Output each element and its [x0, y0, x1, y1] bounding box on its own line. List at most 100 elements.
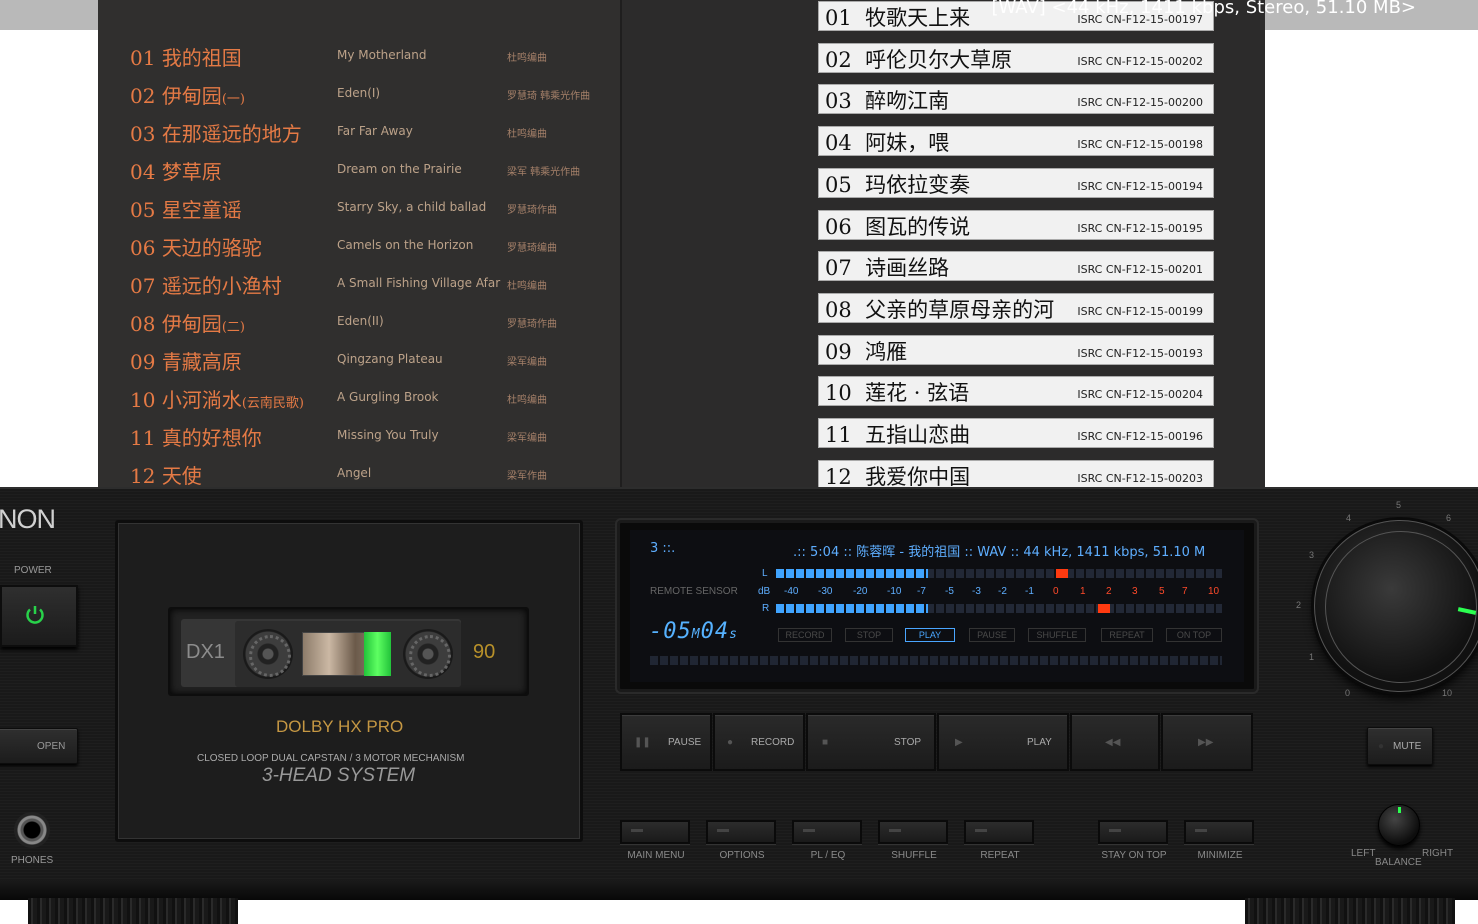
scrolling-title: 3 ::. .:: 5:04 :: 陈蓉晖 - 我的祖国 :: WAV :: 4… [650, 541, 1222, 559]
track-en-title: My Motherland [337, 48, 427, 62]
booklet-track-row: 09 青藏高原 Qingzang Plateau 梁军编曲 [98, 342, 618, 380]
minimize-button[interactable] [1184, 820, 1254, 844]
strip-isrc: ISRC CN-F12-15-00202 [1077, 54, 1203, 68]
strip-title: 11 五指山恋曲 [825, 423, 971, 447]
track-credit: 杜鸣编曲 [507, 281, 547, 292]
next-button[interactable]: ▶▶ [1161, 713, 1253, 771]
strip-isrc: ISRC CN-F12-15-00198 [1077, 138, 1203, 152]
open-button[interactable]: OPEN [0, 728, 78, 764]
pause-button[interactable]: ❚❚ PAUSE [620, 713, 712, 771]
fast-forward-icon: ▶▶ [1198, 737, 1214, 748]
volume-knob[interactable] [1314, 520, 1478, 692]
track-credit: 杜鸣编曲 [507, 53, 547, 64]
track-credit: 梁军 韩乘光作曲 [507, 167, 581, 178]
booklet-track-row: 11 真的好想你 Missing You Truly 梁军编曲 [98, 418, 618, 456]
play-icon: ▶ [955, 737, 963, 748]
status-on-top: ON TOP [1166, 628, 1222, 642]
strip-isrc: ISRC CN-F12-15-00193 [1077, 346, 1203, 360]
strip-title: 07 诗画丝路 [825, 256, 950, 281]
time-sign: - [649, 619, 664, 644]
track-label-strip: 12 我爱你中国 ISRC CN-F12-15-00203 [818, 459, 1214, 490]
booklet-track-row: 10 小河淌水(云南民歌) A Gurgling Brook 杜鸣编曲 [98, 380, 618, 418]
time-display[interactable]: -05M04s [649, 619, 738, 644]
strip-title: 05 玛依拉变奏 [825, 172, 971, 197]
shuffle-button[interactable] [878, 820, 948, 844]
track-cn-title: 10 小河淌水(云南民歌) [130, 388, 304, 412]
strip-title: 10 莲花 · 弦语 [825, 381, 970, 406]
booklet-track-row: 02 伊甸园(一) Eden(I) 罗慧琦 韩乘光作曲 [98, 76, 618, 114]
track-en-title: Missing You Truly [337, 428, 439, 442]
strip-title: 03 醉吻江南 [825, 89, 950, 114]
pl-eq-button[interactable] [792, 820, 862, 844]
balance-knob[interactable] [1378, 804, 1420, 846]
mute-indicator-icon: ● [1378, 741, 1385, 752]
stop-icon: ■ [822, 737, 829, 748]
track-credit: 杜鸣编曲 [507, 129, 547, 140]
track-en-title: Qingzang Plateau [337, 352, 443, 366]
track-label-strip: 06 图瓦的传说 ISRC CN-F12-15-00195 [818, 209, 1214, 240]
strip-isrc: ISRC CN-F12-15-00194 [1077, 179, 1203, 193]
track-cn-title: 03 在那遥远的地方 [130, 122, 302, 146]
status-stop: STOP [845, 628, 893, 642]
track-cn-title: 04 梦草原 [130, 160, 222, 184]
track-en-title: Camels on the Horizon [337, 238, 474, 252]
power-button[interactable] [0, 585, 78, 647]
time-seconds: 04 [700, 619, 730, 644]
db-scale-tick: -5 [945, 586, 954, 597]
mute-button[interactable]: ● MUTE [1367, 727, 1433, 765]
bottom-button-label: MAIN MENU [627, 850, 685, 861]
cassette-length: 90 [473, 641, 496, 663]
track-credit: 杜鸣编曲 [507, 395, 547, 406]
deck-base [0, 880, 1478, 900]
track-en-title: Starry Sky, a child ballad [337, 200, 487, 214]
previous-button[interactable]: ◀◀ [1070, 713, 1160, 771]
file-info-text: [WAV] <44 kHz, 1411 kbps, Stereo, 51.10 … [991, 0, 1416, 18]
status-shuffle: SHUFFLE [1028, 628, 1086, 642]
brand-logo: NON [0, 504, 56, 534]
strip-isrc: ISRC CN-F12-15-00196 [1077, 430, 1203, 443]
play-button[interactable]: ▶ PLAY [937, 713, 1069, 771]
time-minutes: 05 [663, 619, 692, 644]
strip-title: 08 父亲的草原母亲的河 [825, 297, 1055, 322]
db-scale-tick: -1 [1025, 586, 1034, 597]
stop-label: STOP [894, 737, 922, 748]
track-cn-title: 01 我的祖国 [130, 46, 242, 70]
bottom-button-label: PL / EQ [810, 850, 846, 861]
track-cn-title: 12 天使 [130, 464, 202, 488]
track-credit: 罗慧琦编曲 [507, 243, 557, 254]
strip-title: 06 图瓦的传说 [825, 214, 971, 239]
power-label: POWER [14, 565, 52, 576]
repeat-button[interactable] [964, 820, 1034, 844]
track-cn-title: 07 遥远的小渔村 [130, 274, 282, 298]
scroll-prefix: 3 ::. [650, 541, 676, 556]
db-scale-tick: -10 [887, 586, 902, 597]
volume-tick: 4 [1346, 513, 1352, 523]
status-record: RECORD [778, 628, 832, 642]
track-en-title: Far Far Away [337, 124, 413, 138]
album-booklet: 01 我的祖国 My Motherland 杜鸣编曲 02 伊甸园(一) Eden(I)… [98, 0, 1265, 490]
status-repeat: REPEAT [1101, 628, 1153, 642]
time-m-unit: M [691, 627, 701, 642]
track-cn-title: 11 真的好想你 [130, 426, 262, 450]
main-menu-button[interactable] [620, 820, 690, 844]
now-playing-text: .:: 5:04 :: 陈蓉晖 - 我的祖国 :: WAV :: 44 kHz,… [793, 545, 1206, 559]
track-en-title: Eden(I) [337, 86, 381, 100]
balance-right-label: RIGHT [1422, 848, 1454, 859]
strip-isrc: ISRC CN-F12-15-00199 [1077, 304, 1203, 318]
options-button[interactable] [706, 820, 776, 844]
phones-label: PHONES [11, 855, 54, 866]
volume-tick: 5 [1396, 500, 1402, 510]
left-reel [243, 629, 293, 679]
tape-progress [364, 632, 391, 676]
db-scale-tick: -3 [972, 586, 981, 597]
db-scale-tick: -40 [784, 586, 799, 597]
volume-tick: 0 [1345, 688, 1351, 698]
record-button[interactable]: ● RECORD [713, 713, 805, 771]
track-label-strip: 07 诗画丝路 ISRC CN-F12-15-00201 [818, 251, 1214, 282]
stay-on-top-button[interactable] [1098, 820, 1168, 844]
stop-button[interactable]: ■ STOP [806, 713, 936, 771]
booklet-track-row: 07 遥远的小渔村 A Small Fishing Village Afar 杜鸣编… [98, 266, 618, 304]
bottom-button-label: SHUFFLE [891, 850, 937, 861]
player-window: [WAV] <44 kHz, 1411 kbps, Stereo, 51.10 … [0, 0, 1478, 924]
volume-tick: 2 [1296, 600, 1302, 610]
